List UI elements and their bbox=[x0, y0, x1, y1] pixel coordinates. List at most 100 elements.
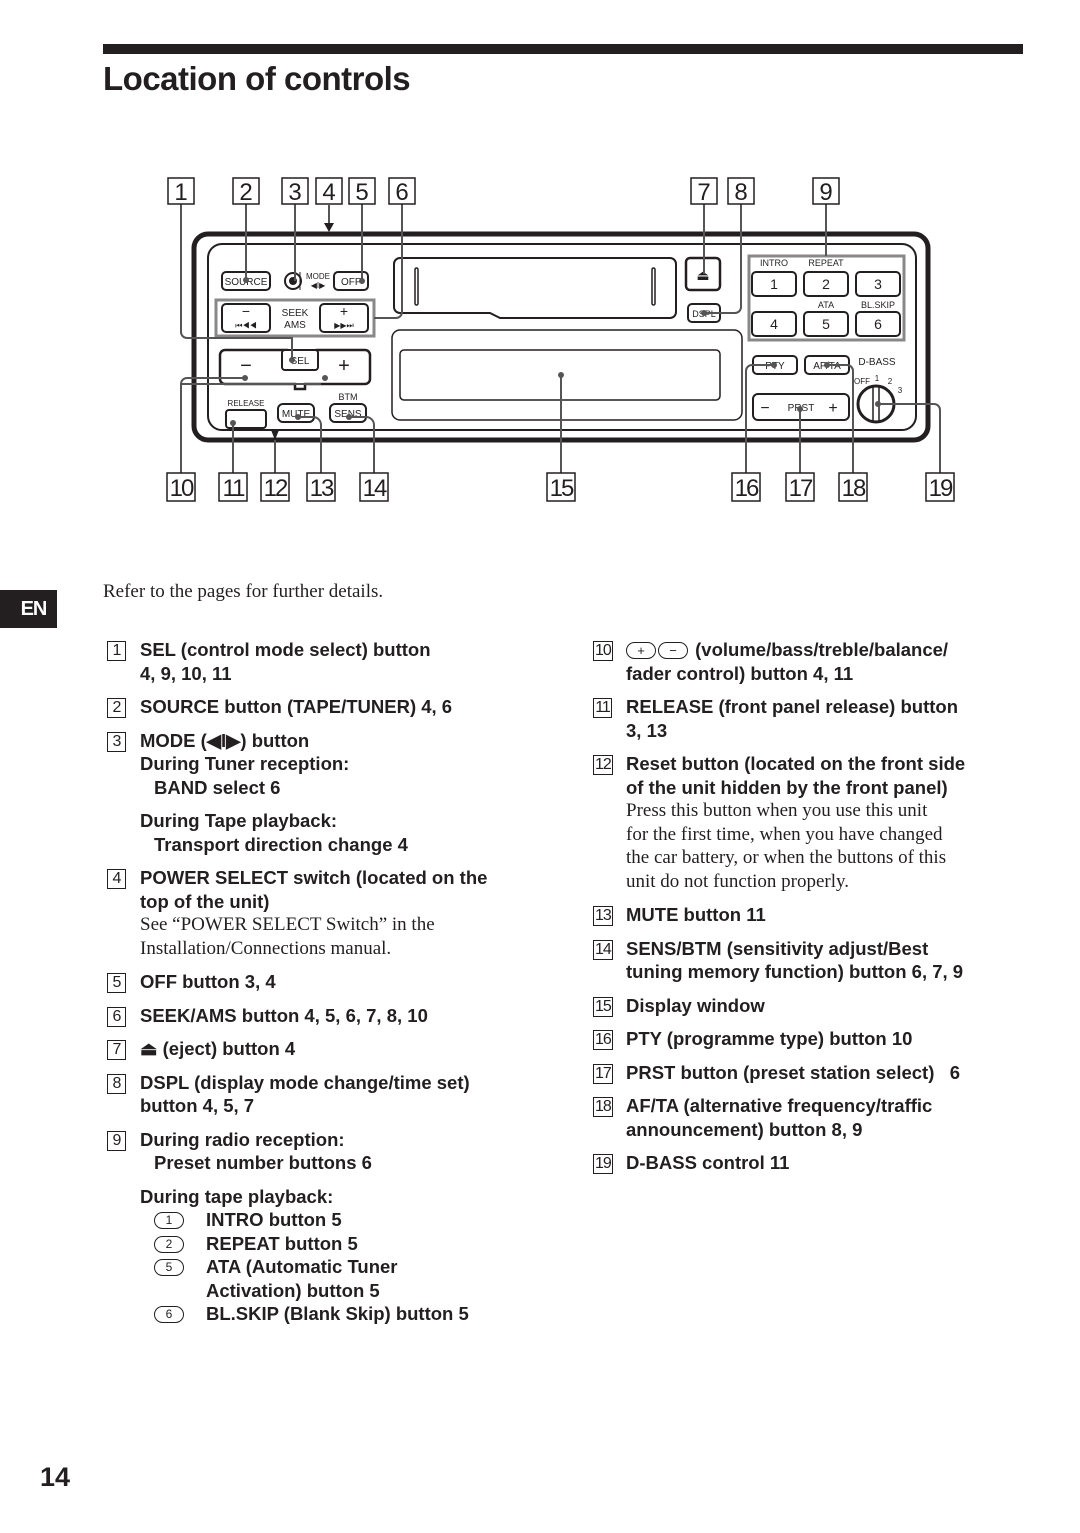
volume-minus-label: − bbox=[240, 355, 252, 377]
blskip-label: BL.SKIP bbox=[861, 300, 895, 310]
seek-label: SEEK bbox=[282, 308, 309, 319]
callout-15: 15 bbox=[546, 472, 576, 502]
dbass-off-label: OFF bbox=[854, 377, 870, 386]
display-window bbox=[391, 329, 743, 421]
list-item: 5 OFF button 3, 4 bbox=[107, 970, 537, 994]
svg-text:7: 7 bbox=[697, 179, 710, 206]
list-item: 10 + − (volume/bass/treble/balance/ fader… bbox=[593, 639, 949, 684]
seek-back-icon: ⏮◀◀ bbox=[235, 321, 256, 330]
list-item: 6 SEEK/AMS button 4, 5, 6, 7, 8, 10 bbox=[107, 1004, 537, 1028]
preset-2-label: 2 bbox=[822, 276, 830, 292]
language-tab: EN bbox=[0, 590, 57, 628]
callout-16: 16 bbox=[731, 472, 761, 502]
tape-button-item: 5 ATA (Automatic Tuner Activation) butto… bbox=[140, 1255, 537, 1302]
intro-text: Refer to the pages for further details. bbox=[103, 581, 384, 602]
tape-button-item: 6 BL.SKIP (Blank Skip) button 5 bbox=[140, 1302, 537, 1326]
callout-13: 13 bbox=[306, 472, 336, 502]
preset-1-label: 1 bbox=[770, 276, 778, 292]
svg-text:9: 9 bbox=[819, 179, 832, 206]
tape-button-item: 1 INTRO button 5 bbox=[140, 1208, 537, 1232]
ata-label: ATA bbox=[818, 300, 834, 310]
callout-1: 1 bbox=[167, 177, 195, 206]
svg-text:15: 15 bbox=[550, 475, 574, 502]
list-item: 4 POWER SELECT switch (located on the to… bbox=[107, 866, 537, 960]
svg-text:13: 13 bbox=[310, 475, 334, 502]
mode-arrows-icon: ◀I▶ bbox=[311, 281, 326, 290]
list-item: 19 D-BASS control 11 bbox=[593, 1152, 790, 1174]
cassette-slot bbox=[393, 257, 677, 319]
list-item: 3 MODE (◀I▶) button During Tuner recepti… bbox=[107, 729, 537, 857]
callout-4: 4 bbox=[315, 177, 343, 206]
svg-text:14: 14 bbox=[363, 475, 387, 502]
callout-9: 9 bbox=[812, 177, 840, 206]
prst-minus-label: − bbox=[760, 400, 769, 417]
svg-text:19: 19 bbox=[929, 475, 953, 502]
list-item: 9 During radio reception: Preset number … bbox=[107, 1128, 537, 1326]
callout-10: 10 bbox=[166, 472, 196, 502]
svg-text:4: 4 bbox=[322, 179, 335, 206]
svg-text:16: 16 bbox=[735, 475, 759, 502]
ams-label: AMS bbox=[284, 320, 306, 331]
callout-19: 19 bbox=[925, 472, 955, 502]
intro-label: INTRO bbox=[760, 258, 788, 268]
svg-text:10: 10 bbox=[170, 475, 194, 502]
tape-button-item: 2 REPEAT button 5 bbox=[140, 1232, 537, 1256]
svg-text:5: 5 bbox=[355, 179, 368, 206]
svg-text:17: 17 bbox=[789, 475, 813, 502]
svg-text:3: 3 bbox=[288, 179, 301, 206]
preset-3-label: 3 bbox=[874, 276, 882, 292]
list-item: 16 PTY (programme type) button 10 bbox=[593, 1028, 913, 1050]
callout-14: 14 bbox=[359, 472, 389, 502]
callout-11: 11 bbox=[218, 472, 248, 502]
callout-12: 12 bbox=[260, 472, 290, 502]
svg-text:8: 8 bbox=[734, 179, 747, 206]
dbass-level-2: 2 bbox=[888, 377, 893, 386]
callout-7: 7 bbox=[690, 177, 718, 206]
preset-6-label: 6 bbox=[874, 316, 882, 332]
btm-label: BTM bbox=[339, 392, 358, 402]
controls-list-right: 10 + − (volume/bass/treble/balance/ fader… bbox=[593, 638, 1033, 1185]
list-item: 18 AF/TA (alternative frequency/traffic … bbox=[593, 1095, 933, 1140]
page-number: 14 bbox=[40, 1462, 71, 1492]
preset-4-label: 4 bbox=[770, 316, 778, 332]
plus-icon: + bbox=[626, 642, 656, 659]
callout-8: 8 bbox=[727, 177, 755, 206]
svg-text:1: 1 bbox=[174, 179, 187, 206]
volume-plus-label: + bbox=[338, 355, 350, 377]
seek-minus-label: − bbox=[242, 303, 250, 319]
list-item: 13 MUTE button 11 bbox=[593, 904, 766, 926]
list-item: 14 SENS/BTM (sensitivity adjust/Best tun… bbox=[593, 937, 964, 982]
svg-text:12: 12 bbox=[264, 475, 288, 502]
seek-fwd-icon: ▶▶⏭ bbox=[334, 321, 354, 330]
list-item: 8 DSPL (display mode change/time set) bu… bbox=[107, 1071, 537, 1118]
svg-text:18: 18 bbox=[842, 475, 866, 502]
list-item: 17 PRST button (preset station select) 6 bbox=[593, 1061, 961, 1084]
callout-5: 5 bbox=[348, 177, 376, 206]
dbass-level-3: 3 bbox=[898, 386, 903, 395]
list-item: 1 SEL (control mode select) button 4, 9,… bbox=[107, 638, 537, 685]
car-stereo-diagram: SOURCE MODE ◀I▶ OFF − ⏮◀◀ SEEK AMS + ▶▶⏭… bbox=[166, 177, 955, 502]
svg-text:6: 6 bbox=[395, 179, 408, 206]
list-item: 2 SOURCE button (TAPE/TUNER) 4, 6 bbox=[107, 695, 537, 719]
preset-5-label: 5 bbox=[822, 316, 830, 332]
svg-text:2: 2 bbox=[239, 179, 252, 206]
list-item: 11 RELEASE (front panel release) button … bbox=[593, 695, 1033, 742]
list-item: 15 Display window bbox=[593, 994, 765, 1017]
release-label: RELEASE bbox=[228, 399, 265, 408]
dbass-level-1: 1 bbox=[875, 374, 880, 383]
callout-6: 6 bbox=[388, 177, 416, 206]
callout-18: 18 bbox=[838, 472, 868, 502]
list-item: 7 ⏏ (eject) button 4 bbox=[107, 1037, 537, 1061]
callout-2: 2 bbox=[232, 177, 260, 206]
dbass-label: D-BASS bbox=[858, 357, 896, 368]
list-item: 12 Reset button (located on the front si… bbox=[593, 753, 966, 892]
callout-3: 3 bbox=[281, 177, 309, 206]
callout-17: 17 bbox=[785, 472, 815, 502]
prst-plus-label: + bbox=[828, 400, 837, 417]
seek-plus-label: + bbox=[340, 303, 348, 319]
off-label: OFF bbox=[341, 277, 361, 288]
mode-label: MODE bbox=[306, 272, 330, 281]
svg-text:11: 11 bbox=[223, 475, 246, 502]
repeat-label: REPEAT bbox=[808, 258, 844, 268]
controls-list-left: 1 SEL (control mode select) button 4, 9,… bbox=[107, 638, 537, 1336]
